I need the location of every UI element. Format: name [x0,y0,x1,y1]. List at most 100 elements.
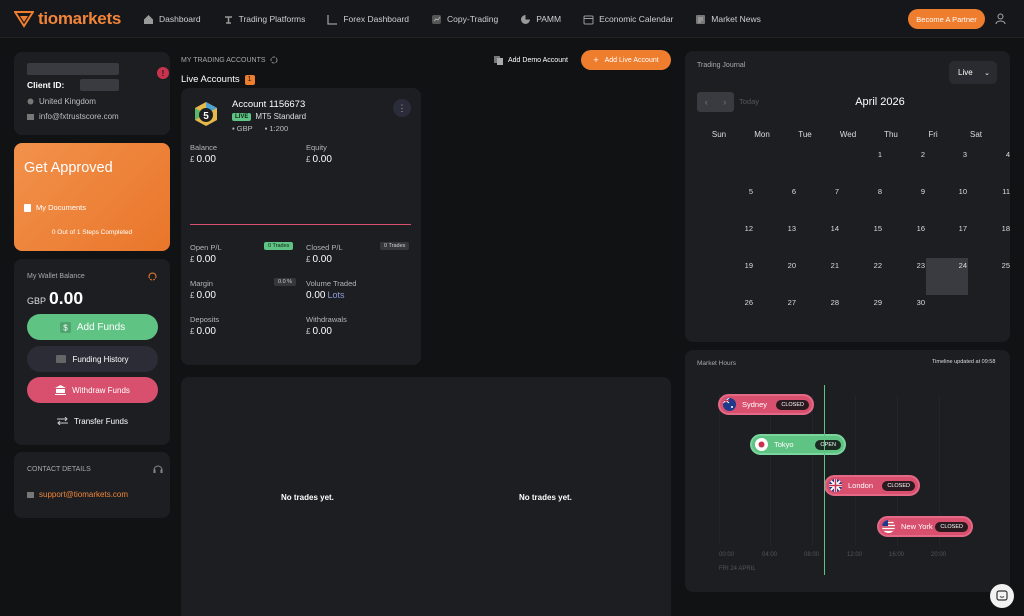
refresh-icon[interactable] [270,56,278,64]
calendar-day[interactable]: 17 [947,224,967,233]
wallet-card: My Wallet Balance GBP 0.00 $ Add Funds F… [14,259,170,445]
calendar-day[interactable]: 25 [990,261,1010,270]
calendar-day[interactable]: 13 [776,224,796,233]
calendar-day[interactable]: 27 [776,298,796,307]
timeline-updated: Timeline updated at 09:58 [932,359,996,365]
mt5-logo-icon: 5 [195,102,217,126]
nav-forex-dashboard[interactable]: Forex Dashboard [327,14,409,25]
calendar-day[interactable]: 24 [947,261,967,270]
become-partner-button[interactable]: Become A Partner [908,9,985,29]
calendar-day[interactable]: 28 [819,298,839,307]
nav-market-news[interactable]: Market News [695,14,761,25]
calendar-day[interactable]: 2 [905,150,925,159]
live-badge: LIVE [232,112,252,121]
session-status: CLOSED [882,480,915,491]
get-approved-card[interactable]: Get Approved My Documents 0 Out of 1 Ste… [14,143,170,251]
calendar-day[interactable]: 20 [776,261,796,270]
calendar-icon [583,15,594,24]
live-accounts-heading: Live Accounts 1 [181,74,255,85]
transfer-funds-button[interactable]: Transfer Funds [27,408,158,434]
calendar-day[interactable]: 7 [819,187,839,196]
account-divider [190,224,411,225]
calendar-day[interactable]: 4 [990,150,1010,159]
calendar-day[interactable]: 30 [905,298,925,307]
session-new-york[interactable]: New York CLOSED [877,516,973,537]
refresh-icon[interactable] [148,272,157,281]
grid-line [719,395,720,545]
calendar-month: April 2026 [855,96,905,108]
add-demo-account-button[interactable]: Add Demo Account [488,51,574,69]
calendar-day[interactable]: 1 [862,150,882,159]
location-icon [27,98,34,105]
grid-line [812,395,813,545]
support-email-link[interactable]: support@tiomarkets.com [27,490,128,499]
no-trades-right: No trades yet. [519,493,572,502]
japan-flag-icon [755,438,768,451]
alert-icon[interactable]: ! [157,67,169,79]
account-name: Account 1156673 [232,99,306,110]
my-documents-link[interactable]: My Documents [24,203,86,212]
account-menu-button[interactable]: ⋮ [393,99,411,117]
calendar-day[interactable]: 9 [905,187,925,196]
journal-account-select[interactable]: Live ⌄ [949,61,997,84]
session-status: CLOSED [935,521,968,532]
calendar-day[interactable]: 23 [905,261,925,270]
nav-economic-calendar[interactable]: Economic Calendar [583,14,673,25]
closed-pl-value: £0.00 [306,254,332,265]
market-hours-card: Market Hours Timeline updated at 09:58 S… [685,350,1010,592]
top-navigation: tiomarkets Dashboard Trading Platforms F… [0,0,1024,38]
calendar-day[interactable]: 26 [733,298,753,307]
calendar-day[interactable]: 21 [819,261,839,270]
home-icon [144,14,153,24]
calendar-day[interactable]: 22 [862,261,882,270]
get-approved-title: Get Approved [24,160,113,176]
weekday-label: Sat [969,130,982,139]
calendar-day[interactable]: 12 [733,224,753,233]
tick-label: 12:00 [847,552,863,558]
nav-pamm[interactable]: PAMM [520,14,561,25]
calendar-day[interactable]: 3 [947,150,967,159]
margin-percent-badge: 0.0 % [274,278,297,286]
chat-widget-button[interactable] [990,584,1014,608]
withdraw-funds-button[interactable]: Withdraw Funds [27,377,158,403]
live-account-card[interactable]: 5 Account 1156673 LIVE MT5 Standard ▪ GB… [181,88,421,365]
calendar-day[interactable]: 11 [990,187,1010,196]
calendar-day[interactable]: 18 [990,224,1010,233]
brand-name: tiomarkets [38,9,121,28]
tick-label: 04:00 [762,552,778,558]
add-funds-button[interactable]: $ Add Funds [27,314,158,340]
nav-dashboard[interactable]: Dashboard [143,14,201,25]
calendar-day[interactable]: 5 [733,187,753,196]
current-time-line [824,385,825,575]
tick-label: 16:00 [889,552,905,558]
nav-trading-platforms[interactable]: Trading Platforms [223,14,305,25]
open-pl-label: Open P/L [190,243,222,252]
calendar-day[interactable]: 8 [862,187,882,196]
calendar-day[interactable]: 10 [947,187,967,196]
brand-logo[interactable]: tiomarkets [14,9,121,29]
client-email: info@fxtrustscore.com [27,112,119,121]
balance-value: £0.00 [190,154,216,165]
calendar-day[interactable]: 14 [819,224,839,233]
svg-text:5: 5 [203,111,209,122]
funding-history-button[interactable]: Funding History [27,346,158,372]
calendar-day[interactable]: 16 [905,224,925,233]
user-icon[interactable] [995,13,1006,25]
pie-icon [521,14,531,24]
volume-value: 0.00 Lots [306,290,345,301]
session-sydney[interactable]: Sydney CLOSED [718,394,814,415]
session-tokyo[interactable]: Tokyo OPEN [750,434,846,455]
plus-icon: + [593,55,599,65]
mail-icon [27,113,34,120]
calendar-day[interactable]: 29 [862,298,882,307]
trading-journal-card: Trading Journal Live ⌄ ‹ › Today April 2… [685,51,1010,342]
session-london[interactable]: London CLOSED [824,475,920,496]
calendar-day[interactable]: 19 [733,261,753,270]
wallet-balance: GBP 0.00 [27,288,83,309]
nav-copy-trading[interactable]: Copy-Trading [431,14,498,25]
headset-icon [153,465,163,473]
calendar-day[interactable]: 15 [862,224,882,233]
wallet-title: My Wallet Balance [27,273,85,280]
calendar-day[interactable]: 6 [776,187,796,196]
add-live-account-button[interactable]: + Add Live Account [581,50,671,70]
